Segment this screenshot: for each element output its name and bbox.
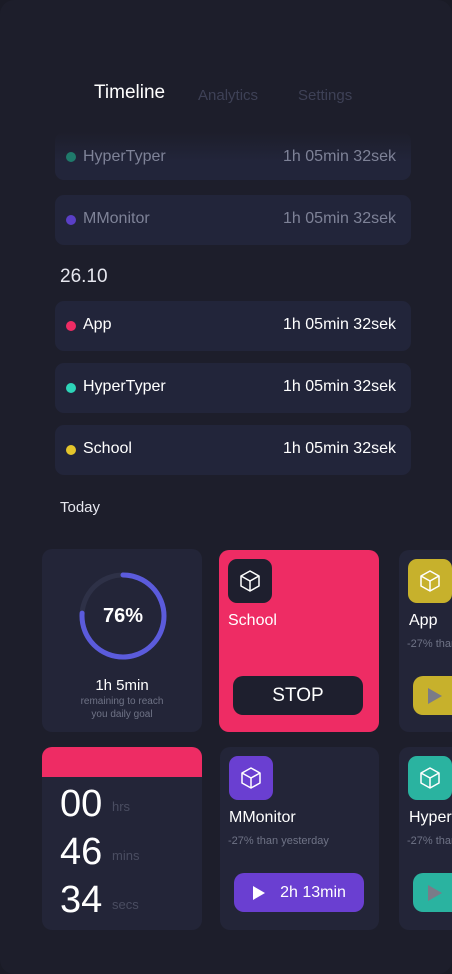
row-time: 1h 05min 32sek bbox=[283, 210, 396, 227]
row-name: App bbox=[83, 316, 112, 333]
goal-progress-ring: 76% bbox=[78, 571, 168, 661]
timer-accent-bar bbox=[42, 747, 202, 777]
row-time: 1h 05min 32sek bbox=[283, 148, 396, 165]
play-button[interactable] bbox=[413, 873, 452, 912]
row-name: HyperTyper bbox=[83, 378, 166, 395]
app-screen: Timeline Analytics Settings HyperTyper 1… bbox=[0, 0, 452, 974]
tab-analytics[interactable]: Analytics bbox=[198, 87, 258, 104]
timer-hours-unit: hrs bbox=[112, 799, 131, 814]
project-comparison: -27% than yesterday bbox=[228, 835, 329, 847]
project-card-peek[interactable]: App -27% than yesterday bbox=[399, 550, 452, 732]
project-name: School bbox=[228, 612, 277, 629]
timer-seconds-unit: secs bbox=[112, 897, 139, 912]
today-heading: Today bbox=[60, 499, 101, 516]
goal-caption: remaining to reach you daily goal bbox=[42, 695, 202, 721]
timeline-row[interactable]: HyperTyper 1h 05min 32sek bbox=[55, 132, 411, 180]
project-comparison: -27% than yesterday bbox=[407, 835, 452, 847]
timeline-row[interactable]: MMonitor 1h 05min 32sek bbox=[55, 195, 411, 245]
timer-hours: 00 bbox=[60, 783, 103, 825]
color-dot bbox=[66, 152, 76, 162]
daily-goal-card: 76% 1h 5min remaining to reach you daily… bbox=[42, 549, 202, 732]
row-name: School bbox=[83, 440, 132, 457]
row-time: 1h 05min 32sek bbox=[283, 316, 396, 333]
play-button[interactable] bbox=[413, 676, 452, 715]
play-icon bbox=[428, 884, 442, 901]
date-heading: 26.10 bbox=[60, 266, 108, 287]
timeline-row[interactable]: HyperTyper 1h 05min 32sek bbox=[55, 363, 411, 413]
project-name: MMonitor bbox=[229, 809, 296, 826]
cube-icon bbox=[408, 756, 452, 800]
row-name: HyperTyper bbox=[83, 148, 166, 165]
project-name: App bbox=[409, 612, 438, 629]
row-time: 1h 05min 32sek bbox=[283, 440, 396, 457]
play-icon bbox=[253, 885, 266, 900]
color-dot bbox=[66, 215, 76, 225]
timer-seconds: 34 bbox=[60, 879, 103, 921]
start-timer-label: 2h 13min bbox=[280, 883, 346, 901]
cube-icon bbox=[228, 559, 272, 603]
project-card-peek[interactable]: HyperTyper -27% than yesterday bbox=[399, 747, 452, 930]
color-dot bbox=[66, 383, 76, 393]
play-icon bbox=[428, 687, 442, 704]
row-name: MMonitor bbox=[83, 210, 150, 227]
timer-minutes: 46 bbox=[60, 831, 103, 873]
goal-percent: 76% bbox=[102, 605, 144, 627]
goal-caption-line: you daily goal bbox=[91, 709, 153, 720]
row-time: 1h 05min 32sek bbox=[283, 378, 396, 395]
timer-card: 00 hrs 46 mins 34 secs bbox=[42, 747, 202, 930]
goal-remaining-time: 1h 5min bbox=[95, 677, 149, 694]
stop-button[interactable]: STOP bbox=[233, 676, 363, 715]
tab-settings[interactable]: Settings bbox=[298, 87, 352, 104]
start-timer-button[interactable]: 2h 13min bbox=[234, 873, 364, 912]
cube-icon bbox=[408, 559, 452, 603]
timeline-row[interactable]: School 1h 05min 32sek bbox=[55, 425, 411, 475]
timeline-row[interactable]: App 1h 05min 32sek bbox=[55, 301, 411, 351]
project-card[interactable]: MMonitor -27% than yesterday 2h 13min bbox=[220, 747, 379, 930]
timer-minutes-unit: mins bbox=[112, 848, 140, 863]
tab-bar: Timeline Analytics Settings bbox=[0, 80, 452, 110]
tab-timeline[interactable]: Timeline bbox=[94, 82, 165, 104]
goal-caption-line: remaining to reach bbox=[80, 696, 164, 707]
active-project-card[interactable]: School STOP bbox=[219, 550, 379, 732]
project-comparison: -27% than yesterday bbox=[407, 638, 452, 650]
project-name: HyperTyper bbox=[409, 809, 452, 826]
color-dot bbox=[66, 445, 76, 455]
cube-icon bbox=[229, 756, 273, 800]
color-dot bbox=[66, 321, 76, 331]
